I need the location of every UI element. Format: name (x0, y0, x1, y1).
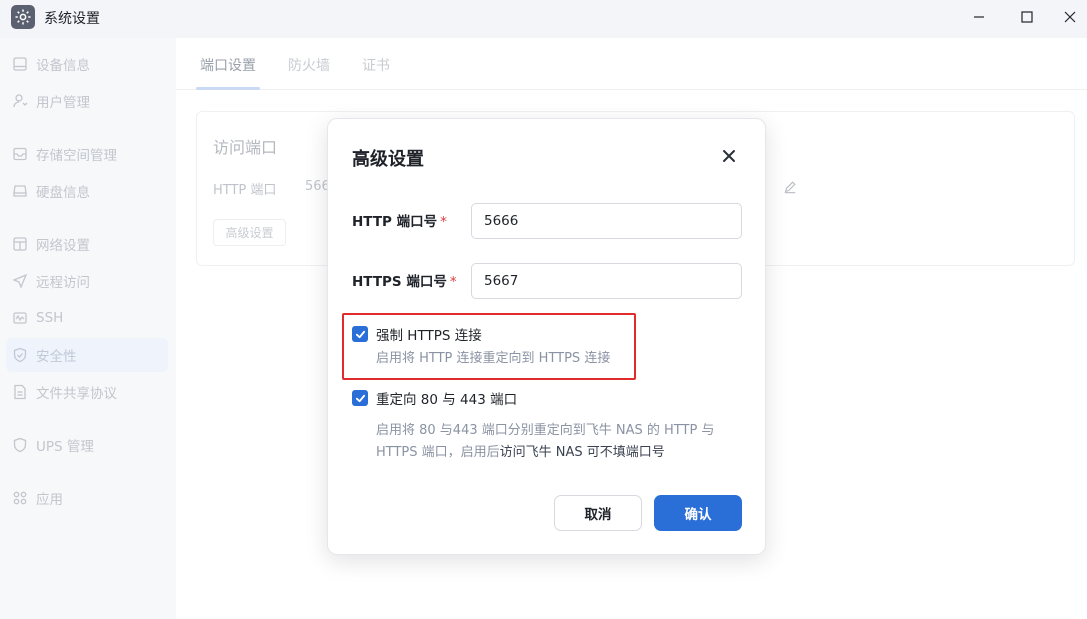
redirect-ports-label: 重定向 80 与 443 端口 (376, 392, 518, 408)
http-port-label-text: HTTP 端口号 (352, 214, 438, 230)
title-bar: 系统设置 (0, 0, 1087, 38)
redirect-desc-line2: HTTPS 端口，启用后访问飞牛 NAS 可不填端口号 (376, 442, 714, 464)
minimize-button[interactable] (967, 6, 991, 28)
redirect-desc-line2a: HTTPS 端口，启用后 (376, 445, 500, 460)
checkmark-icon (355, 394, 365, 402)
close-dialog-button[interactable] (720, 147, 738, 165)
maximize-button[interactable] (1015, 6, 1039, 28)
required-mark: * (449, 274, 457, 290)
redirect-desc-line2b: 访问飞牛 NAS 可不填端口号 (499, 445, 665, 460)
redirect-desc-line1: 启用将 80 与443 端口分别重定向到飞牛 NAS 的 HTTP 与 (376, 423, 715, 438)
required-mark: * (440, 214, 447, 230)
close-window-button[interactable] (1058, 6, 1082, 28)
cancel-button[interactable]: 取消 (554, 495, 642, 531)
http-port-input[interactable] (471, 203, 742, 239)
redirect-ports-description: 启用将 80 与443 端口分别重定向到飞牛 NAS 的 HTTP 与 HTTP… (376, 420, 714, 464)
settings-app-icon (11, 5, 35, 29)
force-https-description: 启用将 HTTP 连接重定向到 HTTPS 连接 (376, 351, 611, 366)
checkmark-icon (355, 330, 365, 338)
https-port-field-label: HTTPS 端口号 * (352, 270, 457, 290)
window-title: 系统设置 (44, 11, 100, 27)
http-port-field-label: HTTP 端口号 * (352, 210, 447, 230)
close-icon (723, 150, 735, 162)
https-port-input[interactable] (471, 263, 742, 299)
force-https-checkbox[interactable] (352, 326, 368, 342)
force-https-checkbox-row[interactable]: 强制 HTTPS 连接 (352, 324, 482, 344)
force-https-label: 强制 HTTPS 连接 (376, 328, 482, 344)
redirect-ports-checkbox[interactable] (352, 390, 368, 406)
dialog-title: 高级设置 (352, 149, 424, 170)
advanced-settings-dialog: 高级设置 HTTP 端口号* HTTPS 端口号* 强制 HTTPS 连接 启用… (327, 118, 766, 555)
redirect-ports-checkbox-row[interactable]: 重定向 80 与 443 端口 (352, 388, 517, 408)
https-port-label-text: HTTPS 端口号 (352, 274, 447, 290)
confirm-button[interactable]: 确认 (654, 495, 742, 531)
